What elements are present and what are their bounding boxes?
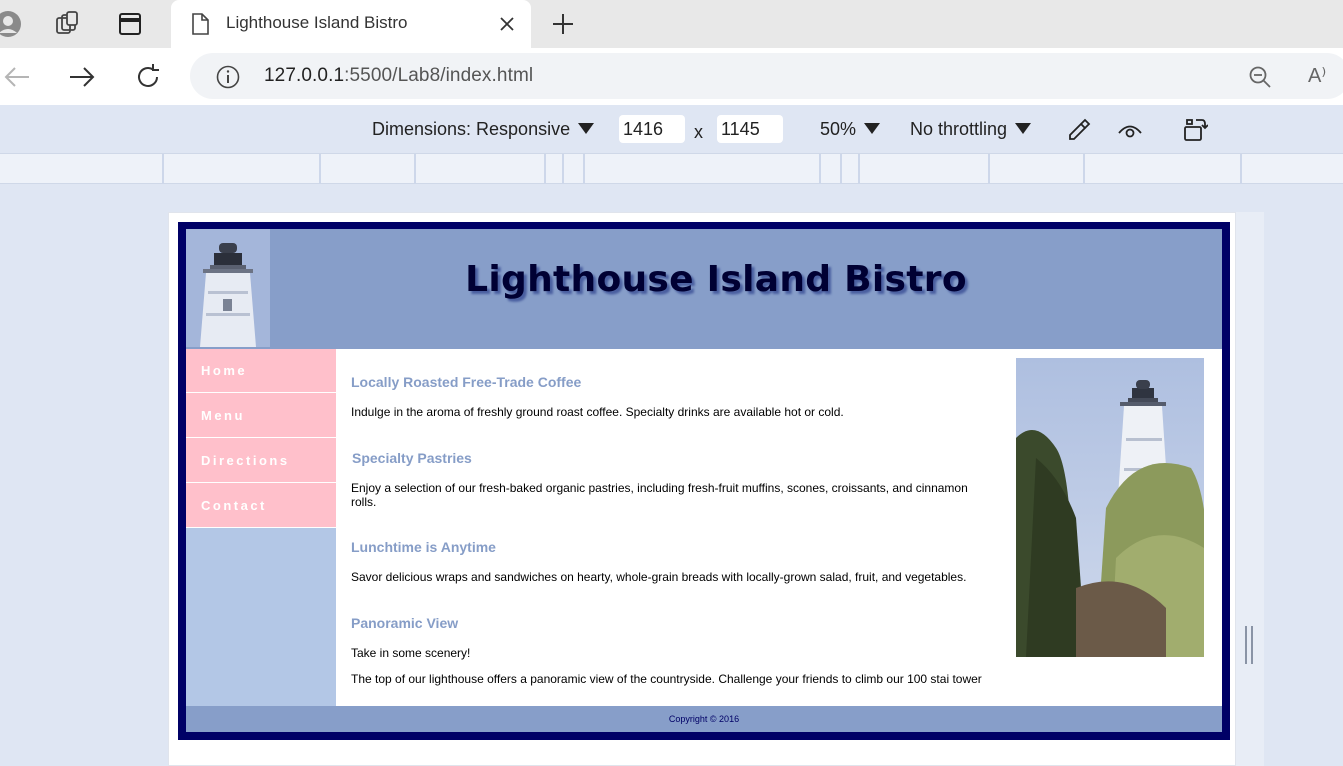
- vertical-tabs-icon[interactable]: [114, 8, 146, 40]
- section-text: Enjoy a selection of our fresh-baked org…: [351, 481, 968, 509]
- back-icon[interactable]: [2, 62, 32, 92]
- url-path: :5500/Lab8/index.html: [344, 65, 534, 86]
- section-text: Take in some scenery!: [351, 646, 471, 660]
- forward-icon[interactable]: [67, 62, 97, 92]
- workspaces-icon[interactable]: [51, 8, 83, 40]
- viewport-side-rail: [1236, 212, 1264, 766]
- zoom-out-icon[interactable]: [1248, 65, 1272, 89]
- lighthouse-photo: [1016, 358, 1204, 657]
- site-nav: Home Menu Directions Contact: [186, 349, 336, 706]
- new-tab-icon[interactable]: [550, 11, 576, 37]
- times-sign: x: [694, 122, 703, 142]
- ruler-tick[interactable]: [1083, 154, 1085, 184]
- page-icon: [192, 13, 209, 35]
- url-text[interactable]: 127.0.0.1:5500/Lab8/index.html: [264, 65, 533, 87]
- active-tab[interactable]: Lighthouse Island Bistro: [171, 0, 531, 48]
- site-info-icon[interactable]: [216, 65, 240, 89]
- ruler-tick[interactable]: [414, 154, 416, 184]
- nav-link-menu[interactable]: Menu: [186, 393, 336, 438]
- ruler-tick[interactable]: [1240, 154, 1242, 184]
- chevron-down-icon: [578, 123, 595, 134]
- site-footer: Copyright © 2016: [186, 706, 1222, 732]
- dimensions-dropdown[interactable]: Dimensions: Responsive: [372, 119, 595, 140]
- tab-strip: Lighthouse Island Bistro: [0, 0, 1343, 48]
- ruler-tick[interactable]: [858, 154, 860, 184]
- ruler-tick[interactable]: [583, 154, 585, 184]
- dimensions-label: Dimensions: Responsive: [372, 119, 571, 139]
- media-query-ruler: [0, 154, 1343, 184]
- section-text: The top of our lighthouse offers a panor…: [351, 672, 982, 686]
- ruler-tick[interactable]: [319, 154, 321, 184]
- url-host: 127.0.0.1: [264, 65, 345, 86]
- close-tab-icon[interactable]: [497, 14, 517, 34]
- read-aloud-icon[interactable]: A⁾: [1308, 63, 1326, 88]
- site-title: Lighthouse Island Bistro: [465, 259, 967, 300]
- zoom-label: 50%: [820, 119, 857, 139]
- zoom-dropdown[interactable]: 50%: [820, 119, 881, 140]
- section-heading: Panoramic View: [351, 615, 459, 631]
- emulated-viewport: Lighthouse Island Bistro Home Menu Direc…: [168, 212, 1236, 766]
- nav-link-directions[interactable]: Directions: [186, 438, 336, 483]
- ruler-tick[interactable]: [162, 154, 164, 184]
- nav-link-contact[interactable]: Contact: [186, 483, 336, 528]
- ruler-tick[interactable]: [544, 154, 546, 184]
- section-heading: Locally Roasted Free-Trade Coffee: [351, 374, 582, 390]
- throttling-dropdown[interactable]: No throttling: [910, 119, 1032, 140]
- profile-icon[interactable]: [0, 8, 24, 40]
- ruler-tick[interactable]: [840, 154, 842, 184]
- refresh-icon[interactable]: [133, 62, 163, 92]
- section-text: Savor delicious wraps and sandwiches on …: [351, 570, 967, 584]
- nav-link-home[interactable]: Home: [186, 349, 336, 393]
- chevron-down-icon: [1015, 123, 1032, 134]
- site-header: Lighthouse Island Bistro: [186, 229, 1222, 349]
- tab-title: Lighthouse Island Bistro: [226, 13, 408, 32]
- site-main: Locally Roasted Free-Trade Coffee Indulg…: [336, 349, 1222, 706]
- section-text: Indulge in the aroma of freshly ground r…: [351, 405, 844, 419]
- navigation-bar: 127.0.0.1:5500/Lab8/index.html A⁾: [0, 48, 1343, 105]
- width-input[interactable]: [619, 115, 685, 143]
- vision-deficiency-icon[interactable]: [1117, 117, 1143, 143]
- resize-handle[interactable]: [1245, 626, 1253, 664]
- section-heading: Specialty Pastries: [352, 450, 472, 466]
- site-wrapper: Lighthouse Island Bistro Home Menu Direc…: [178, 222, 1230, 740]
- address-bar[interactable]: 127.0.0.1:5500/Lab8/index.html A⁾: [190, 53, 1343, 99]
- section-heading: Lunchtime is Anytime: [351, 539, 496, 555]
- chevron-down-icon: [864, 123, 881, 134]
- ruler-tick[interactable]: [988, 154, 990, 184]
- ruler-tick[interactable]: [819, 154, 821, 184]
- throttling-label: No throttling: [910, 119, 1008, 139]
- ruler-tick[interactable]: [562, 154, 564, 184]
- rotate-icon[interactable]: [1182, 117, 1208, 143]
- height-input[interactable]: [717, 115, 783, 143]
- device-toolbar: Dimensions: Responsive x 50% No throttli…: [0, 105, 1343, 154]
- eyedropper-icon[interactable]: [1066, 117, 1092, 143]
